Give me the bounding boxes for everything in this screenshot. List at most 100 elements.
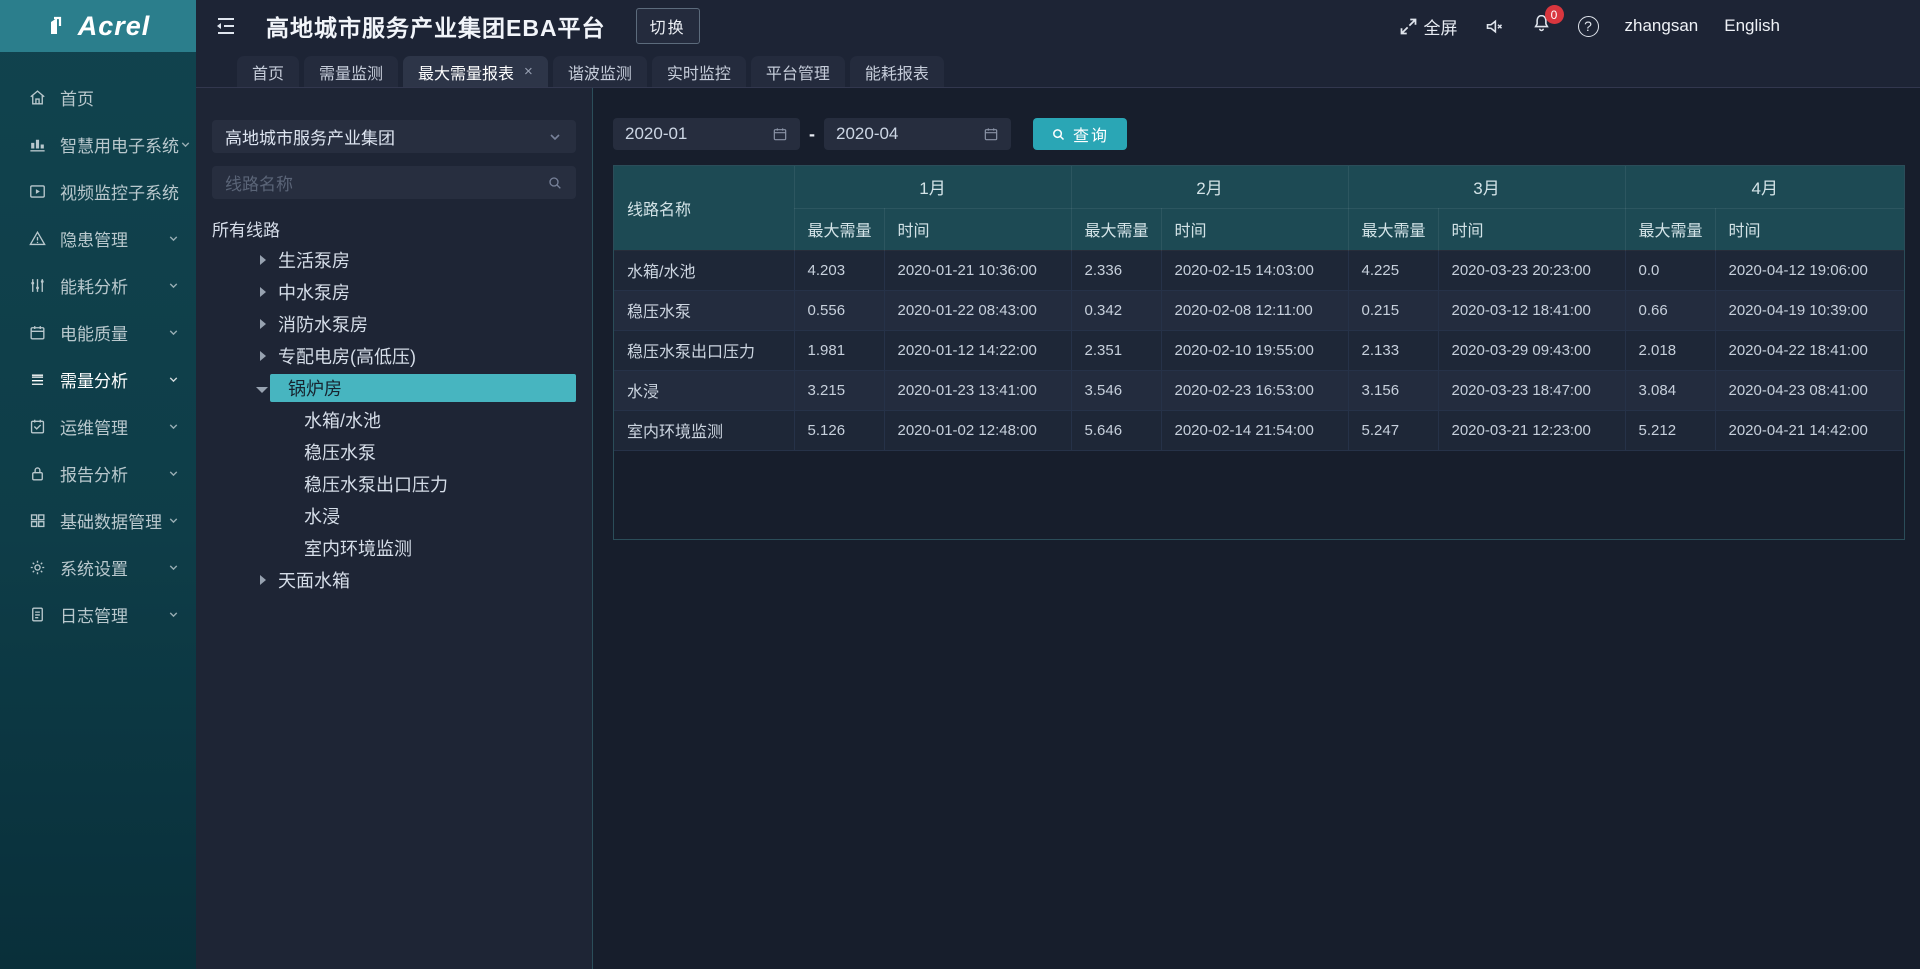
collapse-arrow-icon[interactable] <box>260 255 266 265</box>
sub-header: 最大需量 <box>1348 208 1438 250</box>
help-button[interactable]: ? <box>1578 16 1599 37</box>
table-row: 水箱/水池4.2032020-01-21 10:36:002.3362020-0… <box>614 250 1904 290</box>
collapse-arrow-icon[interactable] <box>260 351 266 361</box>
date-to-input[interactable]: 2020-04 <box>824 118 1011 150</box>
tree-node[interactable]: 水箱/水池 <box>212 404 576 436</box>
time-cell: 2020-04-19 10:39:00 <box>1715 290 1904 330</box>
chevron-down-icon <box>167 326 180 339</box>
tree-node-label: 专配电房(高低压) <box>278 343 416 369</box>
notifications-button[interactable]: 0 <box>1531 13 1552 39</box>
tab-label: 能耗报表 <box>865 60 929 84</box>
doc-icon <box>28 605 47 624</box>
report-table-wrap: 线路名称1月2月3月4月最大需量时间最大需量时间最大需量时间最大需量时间 水箱/… <box>613 165 1905 540</box>
calendar-icon <box>772 126 788 142</box>
query-button-label: 查询 <box>1073 122 1109 146</box>
sidebar-item-home[interactable]: 首页 <box>0 74 196 121</box>
collapse-arrow-icon[interactable] <box>260 287 266 297</box>
tab-label: 谐波监测 <box>568 60 632 84</box>
line-search-input[interactable]: 线路名称 <box>212 166 576 199</box>
chevron-down-icon <box>167 279 180 292</box>
mute-speaker-icon[interactable] <box>1484 16 1505 37</box>
chevron-down-icon <box>167 467 180 480</box>
sidebar-item-report-analysis[interactable]: 报告分析 <box>0 450 196 497</box>
date-range-separator: - <box>809 124 815 145</box>
sidebar-item-om-manage[interactable]: 运维管理 <box>0 403 196 450</box>
max-demand-cell: 0.0 <box>1625 250 1715 290</box>
tree-node[interactable]: 稳压水泵 <box>212 436 576 468</box>
list-icon <box>28 370 47 389</box>
sidebar-item-base-data[interactable]: 基础数据管理 <box>0 497 196 544</box>
sidebar-item-smart-power[interactable]: 智慧用电子系统 <box>0 121 196 168</box>
tree-node[interactable]: 专配电房(高低压) <box>212 340 576 372</box>
tree-node[interactable]: 锅炉房 <box>212 372 576 404</box>
time-cell: 2020-02-08 12:11:00 <box>1161 290 1348 330</box>
fullscreen-button[interactable]: 全屏 <box>1398 14 1458 39</box>
max-demand-cell: 2.018 <box>1625 330 1715 370</box>
tree-node-label: 稳压水泵出口压力 <box>304 471 448 497</box>
close-tab-icon[interactable]: × <box>524 63 533 80</box>
tab-harmonic-monitor[interactable]: 谐波监测 <box>553 56 647 87</box>
time-cell: 2020-01-21 10:36:00 <box>884 250 1071 290</box>
tree-node[interactable]: 生活泵房 <box>212 244 576 276</box>
sidebar-item-system-settings[interactable]: 系统设置 <box>0 544 196 591</box>
tree-node[interactable]: 天面水箱 <box>212 564 576 596</box>
home-icon <box>28 88 47 107</box>
tree-node[interactable]: 中水泵房 <box>212 276 576 308</box>
max-demand-cell: 2.336 <box>1071 250 1161 290</box>
time-cell: 2020-03-29 09:43:00 <box>1438 330 1625 370</box>
sidebar-menu: 首页智慧用电子系统视频监控子系统隐患管理能耗分析电能质量需量分析运维管理报告分析… <box>0 52 196 638</box>
tree-root-all-lines[interactable]: 所有线路 <box>212 212 576 244</box>
date-to-value: 2020-04 <box>836 124 983 144</box>
tree-node[interactable]: 消防水泵房 <box>212 308 576 340</box>
username[interactable]: zhangsan <box>1625 16 1699 36</box>
time-cell: 2020-01-02 12:48:00 <box>884 410 1071 450</box>
sub-header: 时间 <box>1715 208 1904 250</box>
tab-platform-manage[interactable]: 平台管理 <box>751 56 845 87</box>
tab-max-demand-report[interactable]: 最大需量报表 × <box>403 56 548 87</box>
chevron-down-icon <box>547 129 563 145</box>
max-demand-cell: 0.215 <box>1348 290 1438 330</box>
collapse-arrow-icon[interactable] <box>260 319 266 329</box>
max-demand-cell: 3.084 <box>1625 370 1715 410</box>
query-button[interactable]: 查询 <box>1033 118 1127 150</box>
sidebar-item-energy-analysis[interactable]: 能耗分析 <box>0 262 196 309</box>
tree-node[interactable]: 室内环境监测 <box>212 532 576 564</box>
time-cell: 2020-03-23 20:23:00 <box>1438 250 1625 290</box>
chevron-down-icon <box>167 232 180 245</box>
sidebar-item-power-quality[interactable]: 电能质量 <box>0 309 196 356</box>
tree-node-label: 稳压水泵 <box>304 439 376 465</box>
max-demand-report-table: 线路名称1月2月3月4月最大需量时间最大需量时间最大需量时间最大需量时间 水箱/… <box>614 166 1904 451</box>
tree-node-label: 天面水箱 <box>278 567 350 593</box>
sliders-icon <box>28 276 47 295</box>
tab-home[interactable]: 首页 <box>237 56 299 87</box>
sidebar-item-label: 基础数据管理 <box>60 508 162 533</box>
date-from-input[interactable]: 2020-01 <box>613 118 800 150</box>
chevron-down-icon <box>167 514 180 527</box>
sidebar-item-label: 日志管理 <box>60 602 128 627</box>
app-root: Acrel 首页智慧用电子系统视频监控子系统隐患管理能耗分析电能质量需量分析运维… <box>0 0 1920 969</box>
language-switch[interactable]: English <box>1724 16 1780 36</box>
gear-icon <box>28 558 47 577</box>
sidebar-item-video-monitor[interactable]: 视频监控子系统 <box>0 168 196 215</box>
tab-energy-report[interactable]: 能耗报表 <box>850 56 944 87</box>
sidebar-item-log-manage[interactable]: 日志管理 <box>0 591 196 638</box>
collapse-menu-icon[interactable] <box>214 14 238 38</box>
sidebar-item-demand-analysis[interactable]: 需量分析 <box>0 356 196 403</box>
switch-button[interactable]: 切换 <box>636 8 700 44</box>
tree-node[interactable]: 稳压水泵出口压力 <box>212 468 576 500</box>
tab-label: 最大需量报表 <box>418 60 514 84</box>
tree-node[interactable]: 水浸 <box>212 500 576 532</box>
lock-icon <box>28 464 47 483</box>
tab-realtime-monitor[interactable]: 实时监控 <box>652 56 746 87</box>
sidebar-item-hazard-manage[interactable]: 隐患管理 <box>0 215 196 262</box>
org-select[interactable]: 高地城市服务产业集团 <box>212 120 576 153</box>
expand-arrow-icon[interactable] <box>256 387 268 393</box>
table-row: 稳压水泵0.5562020-01-22 08:43:000.3422020-02… <box>614 290 1904 330</box>
sidebar: Acrel 首页智慧用电子系统视频监控子系统隐患管理能耗分析电能质量需量分析运维… <box>0 0 196 969</box>
collapse-arrow-icon[interactable] <box>260 575 266 585</box>
sidebar-item-label: 运维管理 <box>60 414 128 439</box>
month-header: 2月 <box>1071 166 1348 208</box>
tab-demand-monitor[interactable]: 需量监测 <box>304 56 398 87</box>
time-cell: 2020-03-23 18:47:00 <box>1438 370 1625 410</box>
sidebar-item-label: 首页 <box>60 85 94 110</box>
